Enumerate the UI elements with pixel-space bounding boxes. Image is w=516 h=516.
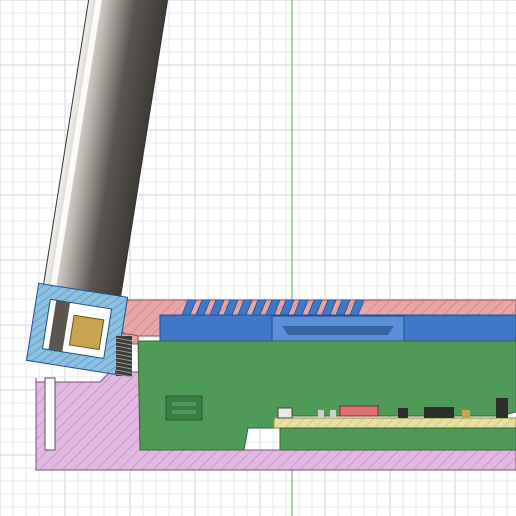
spring-contact	[115, 336, 133, 378]
cad-viewport[interactable]	[0, 0, 516, 516]
pcb-assembly	[137, 340, 516, 451]
section-view-canvas[interactable]	[0, 0, 516, 516]
screen-frame-section	[25, 282, 129, 375]
